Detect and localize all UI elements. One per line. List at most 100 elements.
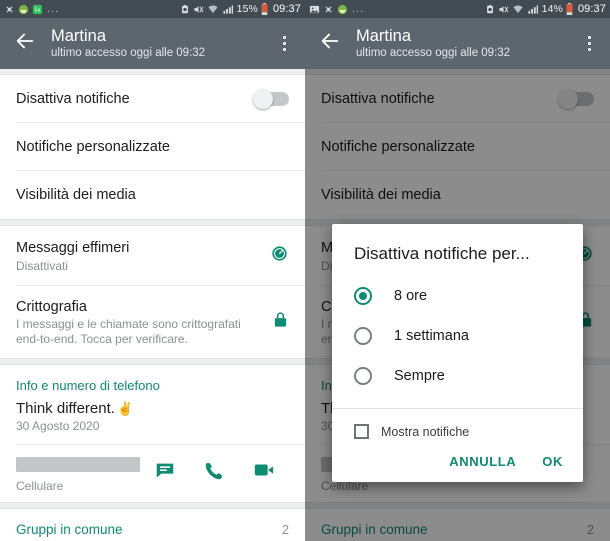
bluetooth-off-icon bbox=[4, 4, 15, 15]
show-notifications-checkbox-row[interactable]: Mostra notifiche bbox=[332, 409, 583, 445]
app-toolbar: Martina ultimo accesso oggi alle 09:32 bbox=[0, 18, 305, 69]
alarm-icon bbox=[180, 4, 190, 15]
list-item-mute-notifications[interactable]: Disattiva notifiche bbox=[0, 75, 305, 123]
contact-name: Martina bbox=[356, 26, 412, 45]
timer-icon bbox=[270, 244, 289, 268]
radio-button-icon[interactable] bbox=[354, 367, 372, 385]
phone-number-label: Cellulare bbox=[16, 479, 64, 493]
ok-button[interactable]: OK bbox=[542, 454, 563, 469]
radio-option-1-week[interactable]: 1 settimana bbox=[332, 316, 583, 356]
section-divider bbox=[0, 219, 305, 226]
info-section-label: Info e numero di telefono bbox=[16, 378, 160, 393]
dialog-radio-group: 8 ore 1 settimana Sempre bbox=[332, 274, 583, 408]
list-item-label: Crittografia bbox=[16, 298, 87, 315]
contact-header[interactable]: Martina ultimo accesso oggi alle 09:32 bbox=[356, 27, 576, 61]
mute-notifications-toggle[interactable] bbox=[253, 89, 289, 109]
battery-percent-label: 15% bbox=[236, 3, 258, 15]
back-arrow-icon bbox=[319, 30, 341, 57]
list-item-label: Messaggi effimeri bbox=[16, 239, 130, 256]
list-item-sublabel: Disattivati bbox=[16, 258, 69, 273]
image-icon bbox=[309, 4, 320, 15]
phone-number-row[interactable]: Cellulare bbox=[0, 445, 305, 502]
battery-percent-label: 14% bbox=[541, 3, 563, 15]
contact-bio-row[interactable]: Think different. ✌️ bbox=[0, 393, 305, 417]
clock-label: 09:37 bbox=[577, 3, 606, 15]
list-item-label: Disattiva notifiche bbox=[16, 91, 130, 107]
message-icon[interactable] bbox=[154, 459, 176, 486]
info-section: Info e numero di telefono Think differen… bbox=[0, 365, 305, 502]
checkbox-icon[interactable] bbox=[354, 424, 369, 439]
status-bar-left-icons: ... bbox=[309, 3, 485, 15]
back-button[interactable] bbox=[10, 29, 40, 59]
list-item-sublabel: I messaggi e le chiamate sono crittograf… bbox=[16, 316, 241, 346]
contact-bio-date: 30 Agosto 2020 bbox=[16, 419, 100, 433]
phone-screen-left: 5a ... 15% 09:37 Martina ultimo accesso … bbox=[0, 0, 305, 541]
radio-option-label: 1 settimana bbox=[394, 328, 469, 344]
radio-option-8-hours[interactable]: 8 ore bbox=[332, 276, 583, 316]
status-bar: 5a ... 15% 09:37 bbox=[0, 0, 305, 18]
bluetooth-off-icon bbox=[323, 4, 334, 15]
settings-scroll-area[interactable]: Disattiva notifiche Notifiche personaliz… bbox=[0, 69, 305, 541]
signal-icon bbox=[222, 4, 234, 15]
contact-last-seen: ultimo accesso oggi alle 09:32 bbox=[356, 46, 511, 59]
settings-scroll-area[interactable]: Disattiva notifiche Notifiche personaliz… bbox=[305, 69, 610, 541]
app-icon-green bbox=[337, 4, 348, 15]
radio-option-label: Sempre bbox=[394, 368, 445, 384]
radio-button-icon[interactable] bbox=[354, 327, 372, 345]
dialog-title: Disattiva notifiche per... bbox=[354, 244, 530, 263]
mute-duration-dialog: Disattiva notifiche per... 8 ore 1 setti… bbox=[332, 224, 583, 482]
battery-icon bbox=[261, 3, 268, 15]
contact-name: Martina bbox=[51, 26, 107, 45]
common-groups-row[interactable]: Gruppi in comune 2 bbox=[0, 509, 305, 537]
status-bar-right-icons: 15% 09:37 bbox=[180, 3, 301, 15]
list-item-custom-notifications[interactable]: Notifiche personalizzate bbox=[0, 123, 305, 171]
alarm-icon bbox=[485, 4, 495, 15]
contact-last-seen: ultimo accesso oggi alle 09:32 bbox=[51, 46, 206, 59]
toggle-knob bbox=[253, 89, 273, 109]
list-item-label: Notifiche personalizzate bbox=[16, 139, 170, 155]
status-bar-overflow-dots: ... bbox=[47, 3, 60, 15]
contact-actions bbox=[140, 457, 289, 486]
section-divider bbox=[0, 358, 305, 365]
lock-icon bbox=[272, 310, 289, 334]
radio-option-always[interactable]: Sempre bbox=[332, 356, 583, 396]
list-item-label: Visibilità dei media bbox=[16, 187, 136, 203]
svg-text:5a: 5a bbox=[35, 7, 41, 13]
cancel-button[interactable]: ANNULLA bbox=[449, 454, 516, 469]
section-divider bbox=[0, 502, 305, 509]
app-icon-green bbox=[18, 4, 29, 15]
clock-label: 09:37 bbox=[272, 3, 301, 15]
video-call-icon[interactable] bbox=[253, 459, 275, 486]
battery-icon bbox=[566, 3, 573, 15]
list-item-media-visibility[interactable]: Visibilità dei media bbox=[0, 171, 305, 219]
common-groups-count: 2 bbox=[282, 522, 289, 537]
overflow-menu-icon[interactable] bbox=[271, 27, 297, 61]
call-icon[interactable] bbox=[204, 460, 225, 486]
app-icon-5a: 5a bbox=[32, 4, 43, 15]
list-item-encryption[interactable]: Crittografia I messaggi e le chiamate so… bbox=[0, 286, 305, 358]
status-bar: ... 14% 09:37 bbox=[305, 0, 610, 18]
list-item-disappearing-messages[interactable]: Messaggi effimeri Disattivati bbox=[0, 226, 305, 286]
status-bar-right-icons: 14% 09:37 bbox=[485, 3, 606, 15]
phone-screen-right: ... 14% 09:37 Martina ultimo accesso ogg… bbox=[305, 0, 610, 541]
back-arrow-icon bbox=[14, 30, 36, 57]
phone-number-redacted bbox=[16, 457, 140, 472]
mute-icon bbox=[498, 4, 509, 15]
wifi-icon bbox=[207, 4, 219, 15]
status-bar-left-icons: 5a ... bbox=[4, 3, 180, 15]
app-toolbar: Martina ultimo accesso oggi alle 09:32 bbox=[305, 18, 610, 69]
screenshot-root: 5a ... 15% 09:37 Martina ultimo accesso … bbox=[0, 0, 610, 541]
wifi-icon bbox=[512, 4, 524, 15]
status-bar-overflow-dots: ... bbox=[352, 3, 365, 15]
phone-number-block: Cellulare bbox=[16, 457, 140, 493]
overflow-menu-icon[interactable] bbox=[576, 27, 602, 61]
back-button[interactable] bbox=[315, 29, 345, 59]
contact-bio-text: Think different. bbox=[16, 400, 115, 417]
signal-icon bbox=[527, 4, 539, 15]
dialog-actions: ANNULLA OK bbox=[332, 445, 583, 482]
mute-icon bbox=[193, 4, 204, 15]
radio-option-label: 8 ore bbox=[394, 288, 428, 304]
victory-hand-emoji-icon: ✌️ bbox=[116, 400, 134, 416]
radio-button-selected-icon[interactable] bbox=[354, 287, 372, 305]
contact-header[interactable]: Martina ultimo accesso oggi alle 09:32 bbox=[51, 27, 271, 61]
